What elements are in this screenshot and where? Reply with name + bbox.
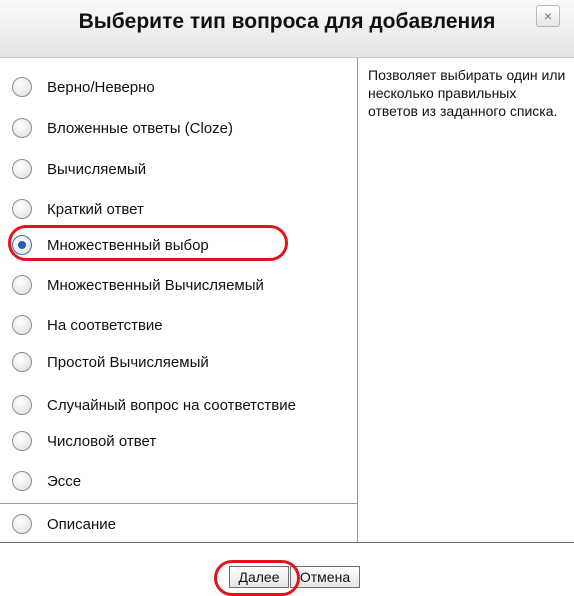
radio-button[interactable]: [12, 118, 32, 138]
radio-button[interactable]: [12, 275, 32, 295]
option-label: Краткий ответ: [47, 200, 144, 218]
radio-button-selected[interactable]: [12, 235, 32, 255]
option-label: Вычисляемый: [47, 160, 147, 178]
close-button[interactable]: ×: [536, 5, 560, 27]
dialog-header: Выберите тип вопроса для добавления ×: [0, 0, 574, 58]
list-divider: [0, 503, 357, 504]
option-label: Множественный Вычисляемый: [47, 276, 264, 294]
option-label: Множественный выбор: [47, 236, 209, 254]
option-true-false[interactable]: Верно/Неверно: [0, 68, 357, 106]
option-random-matching[interactable]: Случайный вопрос на соответствие: [0, 386, 357, 424]
option-description[interactable]: Описание: [0, 505, 357, 542]
footer-divider: [0, 542, 574, 543]
option-matching[interactable]: На соответствие: [0, 306, 357, 344]
radio-button[interactable]: [12, 395, 32, 415]
question-type-description: Позволяет выбирать один или несколько пр…: [368, 67, 566, 119]
radio-button[interactable]: [12, 159, 32, 179]
option-label: Верно/Неверно: [47, 78, 155, 96]
option-short-answer[interactable]: Краткий ответ: [0, 190, 357, 228]
radio-button[interactable]: [12, 431, 32, 451]
question-type-list: Верно/Неверно Вложенные ответы (Cloze) В…: [0, 58, 358, 542]
option-label: Числовой ответ: [47, 432, 157, 450]
dialog-title: Выберите тип вопроса для добавления: [78, 10, 496, 33]
radio-button[interactable]: [12, 315, 32, 335]
option-label: На соответствие: [47, 316, 163, 334]
option-numerical[interactable]: Числовой ответ: [0, 422, 357, 460]
radio-button[interactable]: [12, 77, 32, 97]
radio-button[interactable]: [12, 514, 32, 534]
option-calculated[interactable]: Вычисляемый: [0, 150, 357, 188]
radio-button[interactable]: [12, 471, 32, 491]
question-type-dialog: Выберите тип вопроса для добавления × Ве…: [0, 0, 574, 596]
option-multiple-choice[interactable]: Множественный выбор: [0, 226, 357, 264]
radio-button[interactable]: [12, 352, 32, 372]
option-cloze[interactable]: Вложенные ответы (Cloze): [0, 109, 357, 147]
option-label: Описание: [47, 515, 117, 533]
option-label: Простой Вычисляемый: [47, 353, 209, 371]
next-button[interactable]: Далее: [229, 566, 289, 588]
option-label: Случайный вопрос на соответствие: [47, 396, 296, 414]
option-essay[interactable]: Эссе: [0, 462, 357, 500]
cancel-button[interactable]: Отмена: [290, 566, 360, 588]
radio-button[interactable]: [12, 199, 32, 219]
option-label: Вложенные ответы (Cloze): [47, 119, 234, 137]
option-simple-calculated[interactable]: Простой Вычисляемый: [0, 343, 357, 381]
option-multi-calculated[interactable]: Множественный Вычисляемый: [0, 266, 357, 304]
option-label: Эссе: [47, 472, 82, 490]
